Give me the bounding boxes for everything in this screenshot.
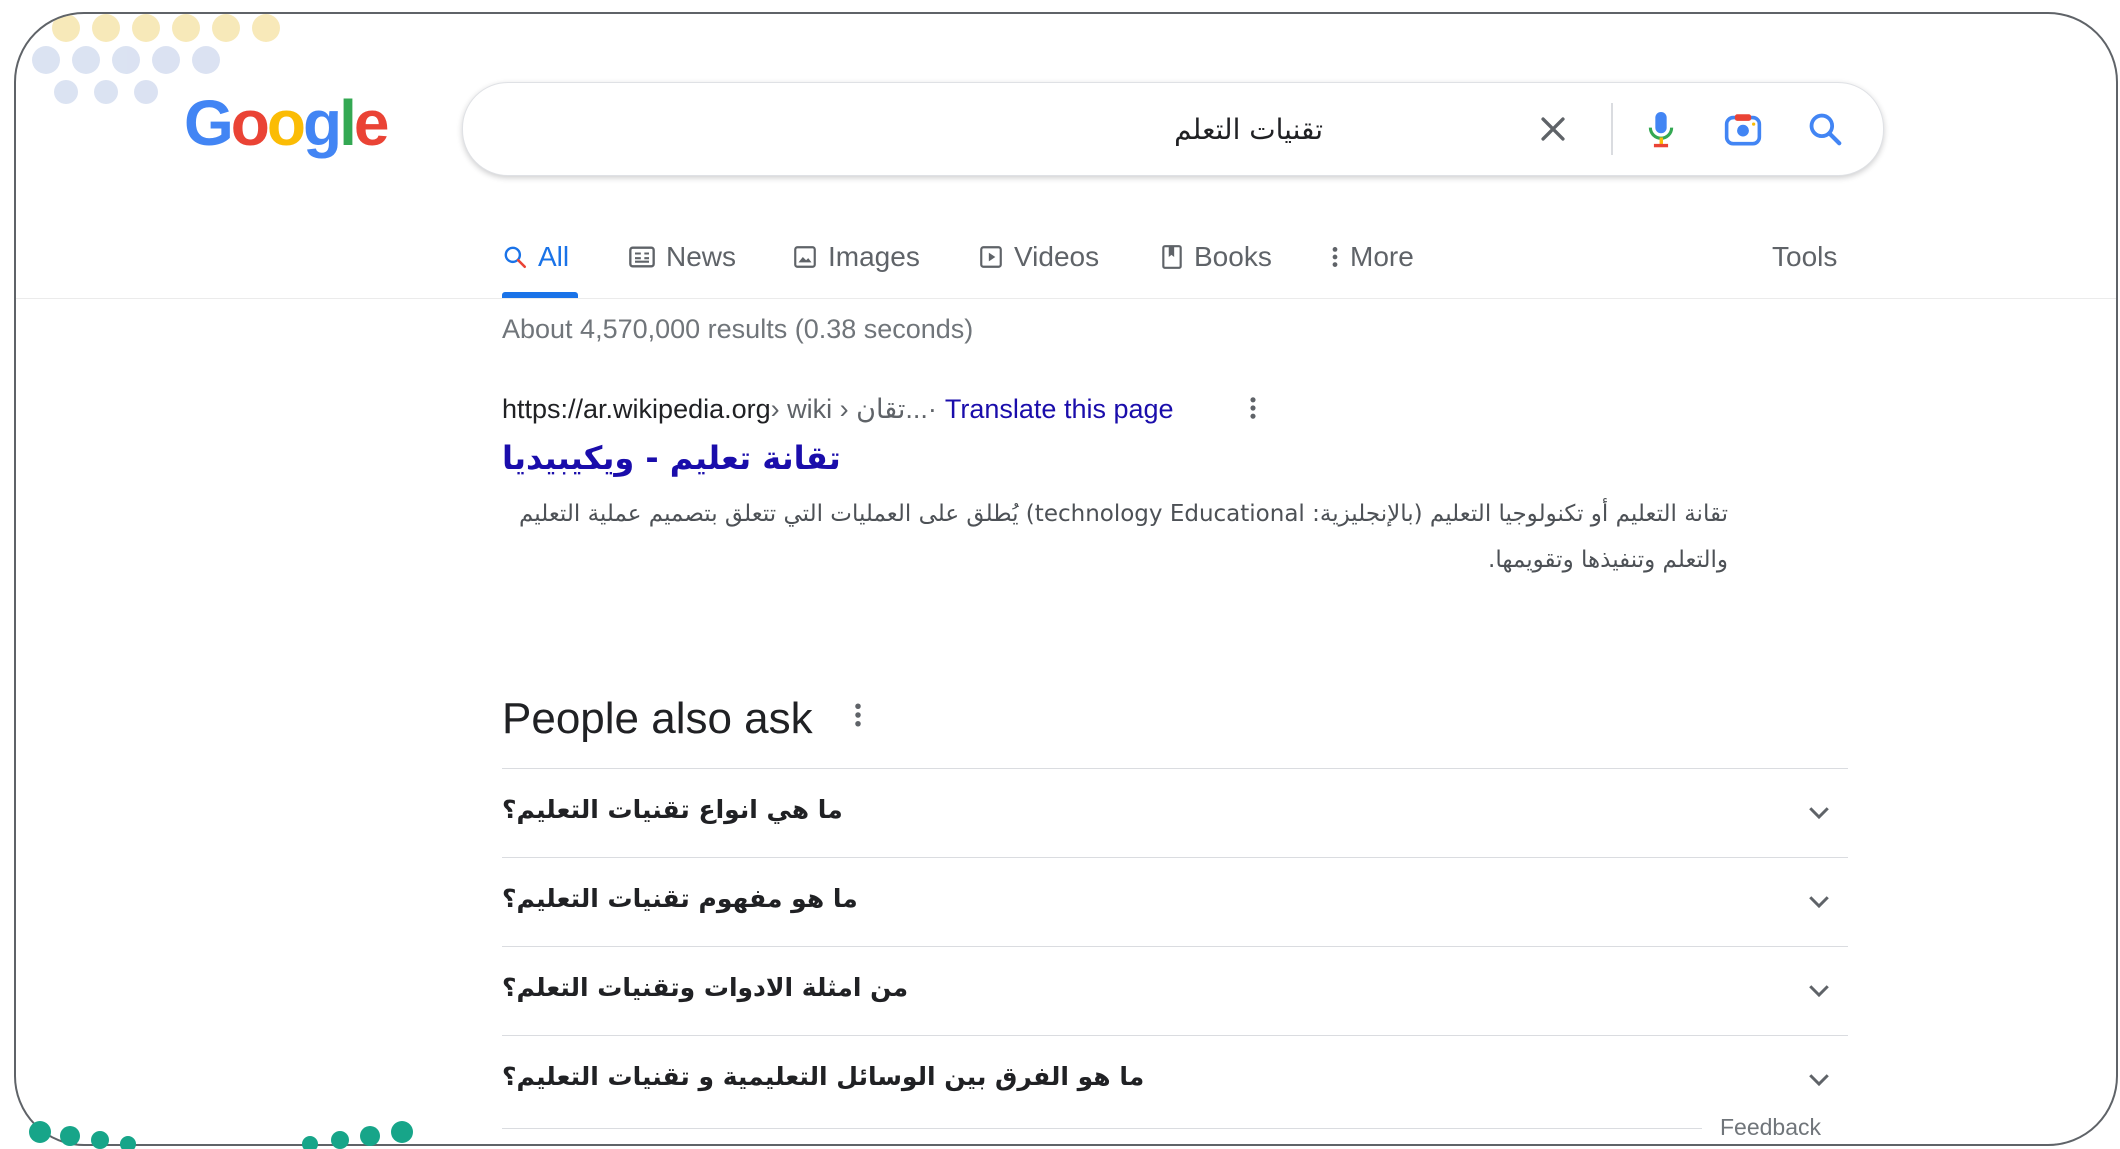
tab-images[interactable]: Images (792, 232, 920, 282)
search-tabs: All News Images Videos Books More Tools (16, 214, 2116, 299)
google-logo[interactable]: Google (184, 86, 390, 160)
paa-question-text: ما هو مفهوم تقنيات التعليم؟ (502, 884, 858, 913)
people-also-ask-heading: People also ask (502, 694, 863, 744)
paa-question-text: ما هي انواع تقنيات التعليم؟ (502, 795, 843, 824)
chevron-down-icon (1809, 1074, 1829, 1087)
feedback-link[interactable]: Feedback (1720, 1114, 1821, 1141)
more-vertical-icon (854, 703, 861, 727)
paa-question[interactable]: ما هو الفرق بين الوسائل التعليمية و تقني… (502, 1035, 1848, 1124)
paa-question-text: ما هو الفرق بين الوسائل التعليمية و تقني… (502, 1062, 1145, 1091)
tab-label: Images (828, 241, 920, 272)
tab-all[interactable]: All (502, 232, 569, 282)
result-url-host[interactable]: https://ar.wikipedia.org (502, 394, 771, 425)
logo-letter-o1: o (230, 87, 270, 159)
tab-books[interactable]: Books (1160, 232, 1272, 282)
logo-letter-e: e (353, 87, 390, 159)
result-url-path: › wiki › تقان... (770, 394, 928, 424)
tab-label: More (1350, 241, 1414, 272)
active-tab-indicator (502, 292, 578, 298)
tools-label: Tools (1772, 241, 1838, 272)
tab-label: Videos (1014, 241, 1100, 272)
tab-label: Books (1194, 241, 1272, 272)
feedback-divider (502, 1128, 1702, 1129)
chevron-down-icon (1809, 985, 1829, 998)
paa-question[interactable]: ما هو مفهوم تقنيات التعليم؟ (502, 857, 1848, 946)
search-result: https://ar.wikipedia.org › wiki › تقان..… (502, 394, 1752, 583)
logo-letter-o2: o (266, 87, 306, 159)
lens-icon (1724, 114, 1762, 146)
close-icon (1541, 117, 1565, 141)
result-snippet: تقانة التعليم أو تكنولوجيا التعليم (بالإ… (502, 491, 1728, 583)
snippet-line: والتعلم وتنفيذها وتقويمها. (1488, 547, 1728, 573)
voice-search-button[interactable] (1633, 101, 1689, 157)
search-icon (504, 246, 527, 269)
news-icon (629, 246, 655, 268)
tools-button[interactable]: Tools (1772, 232, 1837, 282)
more-vertical-icon (1332, 247, 1338, 267)
search-input[interactable] (523, 83, 1323, 175)
paa-question[interactable]: ما هي انواع تقنيات التعليم؟ (502, 768, 1848, 857)
logo-letter-l: l (339, 87, 357, 159)
clear-button[interactable] (1525, 101, 1581, 157)
search-box[interactable] (462, 82, 1884, 176)
paa-question[interactable]: من امثلة الادوات وتقنيات التعلم؟ (502, 946, 1848, 1035)
paa-title: People also ask (502, 694, 813, 743)
tab-videos[interactable]: Videos (978, 232, 1099, 282)
translate-link[interactable]: Translate this page (945, 394, 1174, 425)
result-menu-button[interactable] (1248, 394, 1258, 430)
snippet-line: تقانة التعليم أو تكنولوجيا التعليم (بالإ… (518, 501, 1728, 527)
logo-letter-g: G (184, 87, 234, 159)
video-icon (980, 246, 1002, 268)
tab-more[interactable]: More (1330, 232, 1414, 282)
dots-decoration (29, 1121, 413, 1149)
chevron-down-icon (1809, 896, 1829, 909)
search-submit-button[interactable] (1797, 101, 1853, 157)
tab-label: All (538, 241, 570, 272)
tab-label: News (666, 241, 737, 272)
mic-icon (1648, 112, 1674, 148)
search-divider (1611, 103, 1613, 155)
image-icon (794, 246, 816, 268)
lens-search-button[interactable] (1715, 101, 1771, 157)
result-citation: https://ar.wikipedia.org › wiki › تقان..… (502, 394, 1752, 425)
result-title-link[interactable]: تقانة تعليم - ويكيبيديا (502, 439, 841, 477)
search-icon (1809, 113, 1842, 146)
more-vertical-icon (1250, 397, 1256, 419)
paa-question-text: من امثلة الادوات وتقنيات التعلم؟ (502, 973, 909, 1002)
screenshot-frame: Google تقنيات التعلم All News Images Vid… (14, 12, 2118, 1146)
results-stats: About 4,570,000 results (0.38 seconds) (502, 314, 974, 344)
tab-news[interactable]: News (628, 232, 736, 282)
citation-separator: · (927, 394, 937, 424)
book-icon (1162, 245, 1182, 269)
people-also-ask-list: ما هي انواع تقنيات التعليم؟ ما هو مفهوم … (502, 768, 1848, 1124)
logo-letter-g2: g (302, 87, 342, 159)
chevron-down-icon (1809, 807, 1829, 820)
paa-menu-button[interactable] (853, 700, 863, 738)
